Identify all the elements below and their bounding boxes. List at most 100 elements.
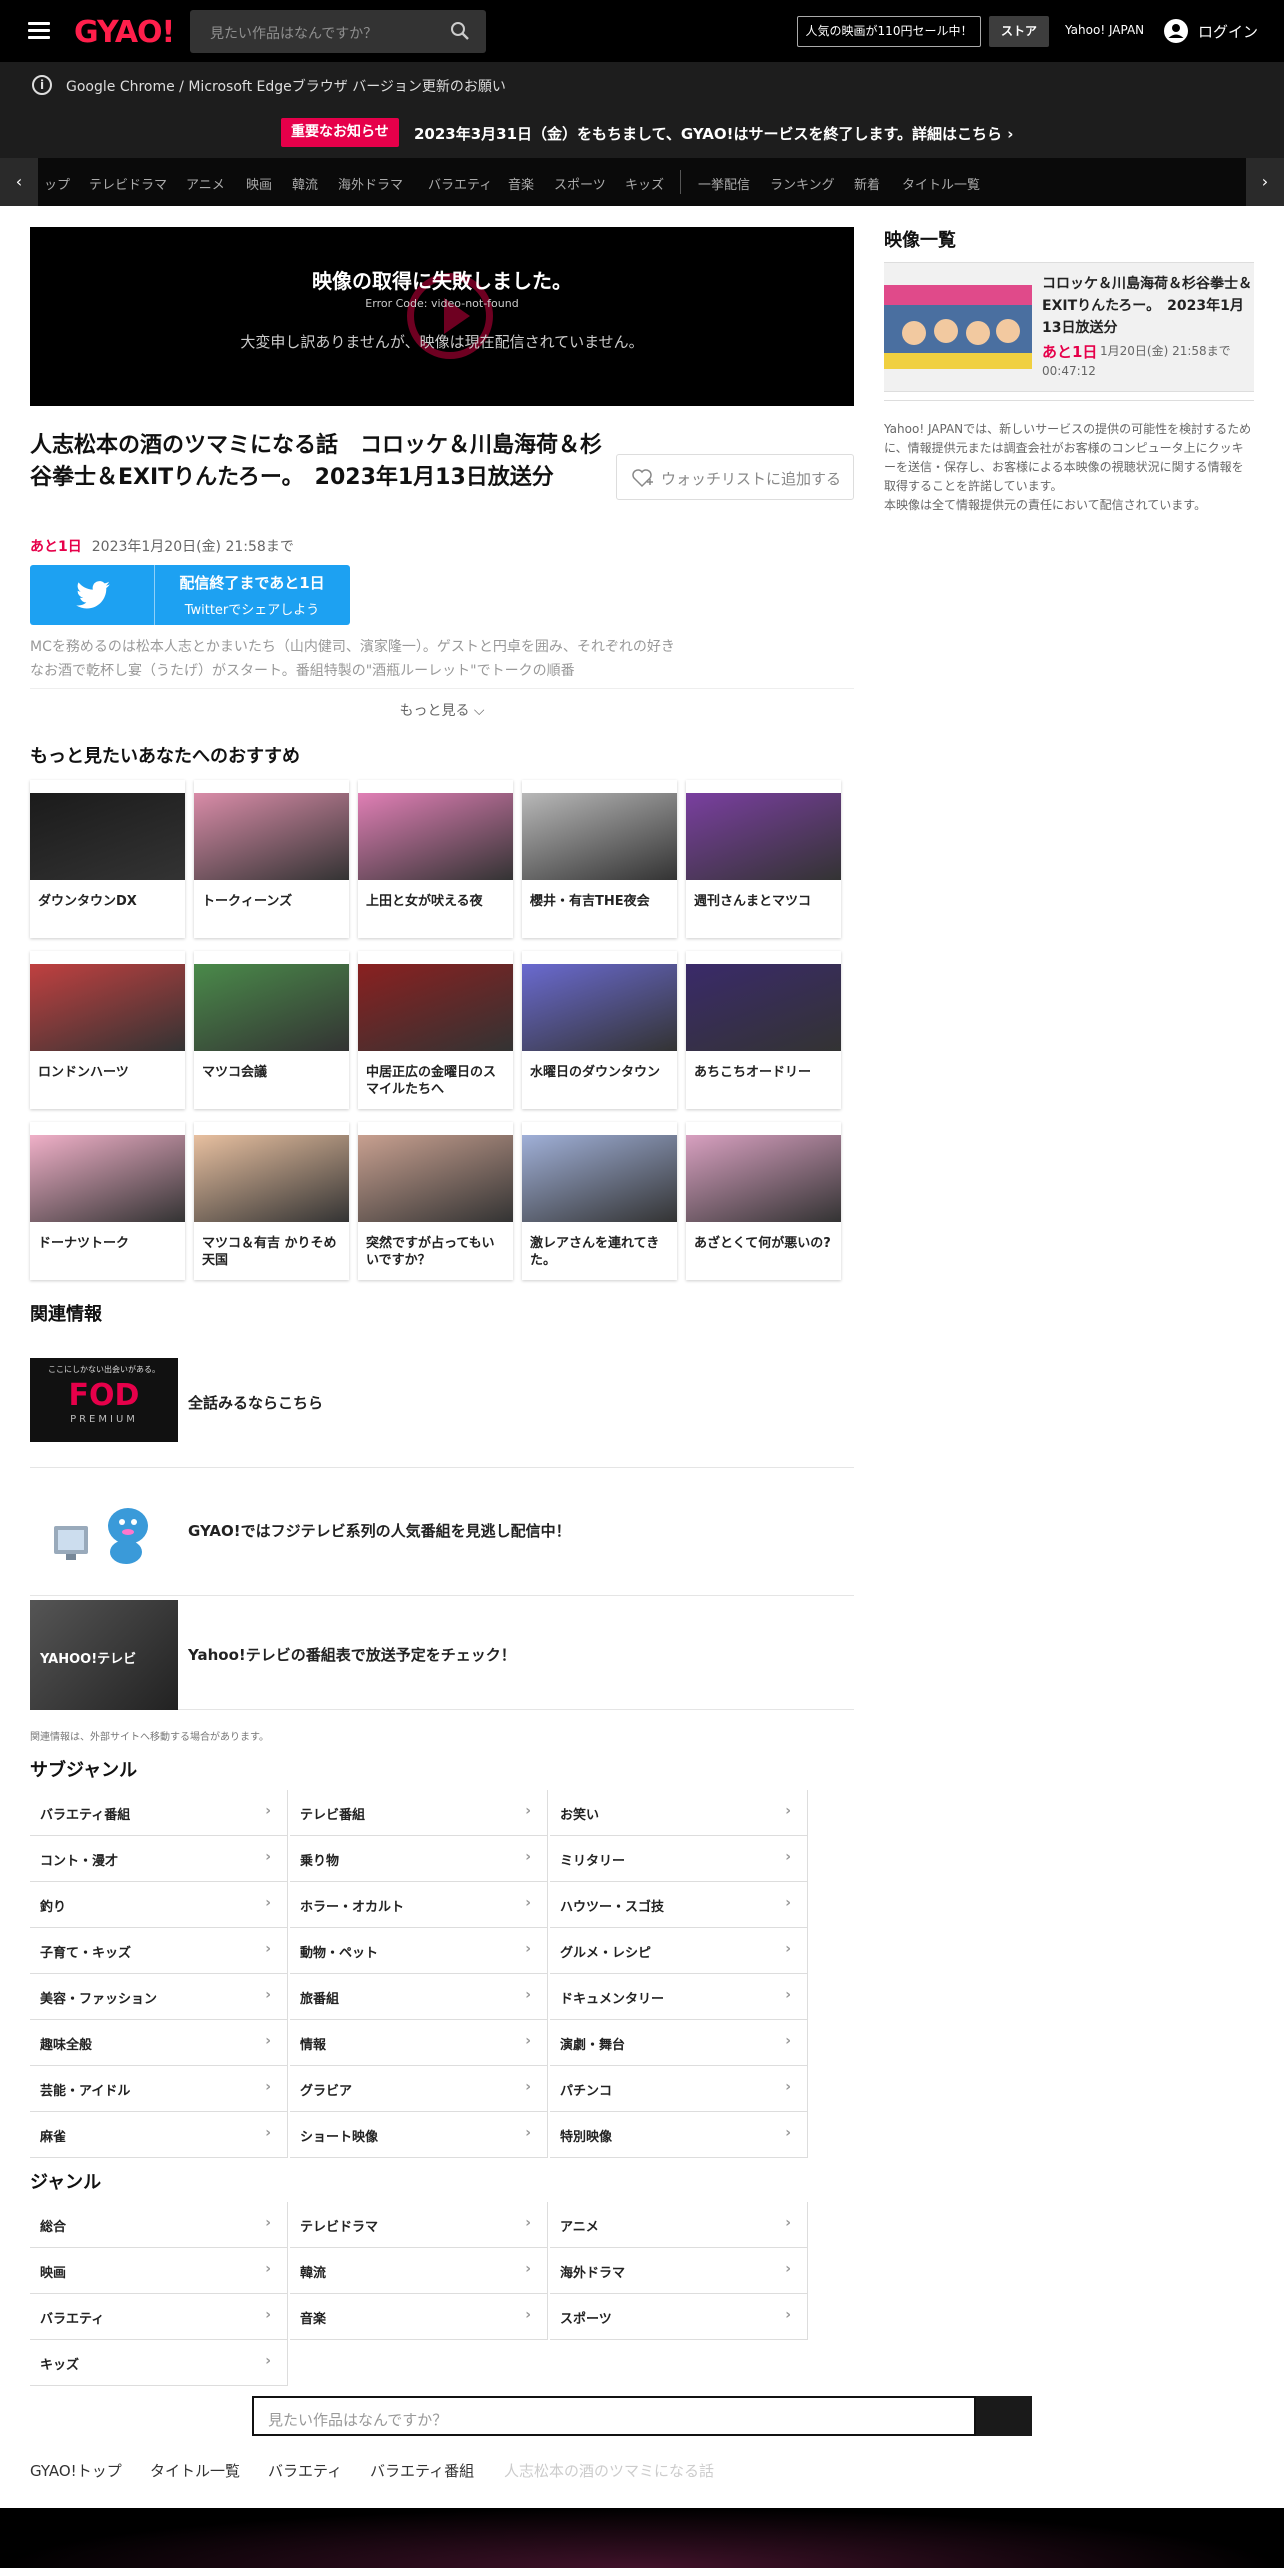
catnav-item[interactable]: 新着 bbox=[854, 174, 880, 193]
subgenre-item[interactable]: 演劇・舞台 › bbox=[550, 2020, 808, 2066]
subgenre-item[interactable]: ドキュメンタリー › bbox=[550, 1974, 808, 2020]
subgenre-item[interactable]: グルメ・レシピ › bbox=[550, 1928, 808, 1974]
more-button[interactable]: もっと見る ⌵ bbox=[0, 700, 884, 720]
catnav-item[interactable]: ランキング bbox=[770, 174, 835, 193]
recommend-card[interactable]: ドーナツトーク bbox=[30, 1122, 185, 1280]
recommend-card[interactable]: あちこちオードリー bbox=[686, 951, 841, 1109]
sidebar-video-title: コロッケ＆川島海荷＆杉谷拳士＆EXITりんたろー。 2023年1月13日放送分 bbox=[1042, 276, 1252, 336]
watchlist-button[interactable]: ウォッチリストに追加する bbox=[616, 454, 854, 500]
catnav-item[interactable]: キッズ bbox=[625, 174, 664, 193]
twitter-sub-text: Twitterでシェアしよう bbox=[184, 603, 320, 618]
breadcrumb-item[interactable]: GYAO!トップ bbox=[30, 2460, 122, 2481]
menu-icon[interactable] bbox=[28, 22, 50, 40]
subgenre-item[interactable]: 麻雀 › bbox=[30, 2112, 288, 2158]
catnav-item[interactable]: 海外ドラマ bbox=[338, 174, 403, 193]
recommend-card[interactable]: ロンドンハーツ bbox=[30, 951, 185, 1109]
genre-item[interactable]: 海外ドラマ › bbox=[550, 2248, 808, 2294]
catnav-item[interactable]: テレビドラマ bbox=[89, 174, 167, 193]
genre-item[interactable]: バラエティ › bbox=[30, 2294, 288, 2340]
chevron-left-icon[interactable]: ‹ bbox=[0, 158, 38, 206]
genre-item[interactable]: 韓流 › bbox=[290, 2248, 548, 2294]
genre-item[interactable]: スポーツ › bbox=[550, 2294, 808, 2340]
genre-item[interactable]: 総合 › bbox=[30, 2202, 288, 2248]
recommend-card[interactable]: マツコ会議 bbox=[194, 951, 349, 1109]
subgenre-item[interactable]: 情報 › bbox=[290, 2020, 548, 2066]
subgenre-item[interactable]: ホラー・オカルト › bbox=[290, 1882, 548, 1928]
related-item-yahoo-tv[interactable]: YAHOO!テレビ Yahoo!テレビの番組表で放送予定をチェック！ bbox=[30, 1600, 854, 1710]
catnav-item[interactable]: 音楽 bbox=[508, 174, 534, 193]
catnav-item[interactable]: 一挙配信 bbox=[698, 174, 750, 193]
important-notice[interactable]: 重要なお知らせ 2023年3月31日（金）をもちまして、GYAO!はサービスを終… bbox=[0, 108, 1284, 158]
subgenre-item[interactable]: テレビ番組 › bbox=[290, 1790, 548, 1836]
subgenre-label: お笑い bbox=[560, 1808, 600, 1823]
twitter-share-button[interactable]: 配信終了まであと1日 Twitterでシェアしよう bbox=[30, 565, 350, 625]
recommend-card[interactable]: 中居正広の金曜日のスマイルたちへ bbox=[358, 951, 513, 1109]
subgenre-label: ドキュメンタリー bbox=[560, 1992, 665, 2007]
subgenre-item[interactable]: ハウツー・スゴ技 › bbox=[550, 1882, 808, 1928]
catnav-item[interactable]: ップ bbox=[44, 174, 70, 193]
recommend-card[interactable]: 突然ですが占ってもいいですか？ bbox=[358, 1122, 513, 1280]
subgenre-item[interactable]: ショート映像 › bbox=[290, 2112, 548, 2158]
video-player[interactable]: 映像の取得に失敗しました。 Error Code: video-not-foun… bbox=[30, 227, 854, 406]
subgenre-item[interactable]: 子育て・キッズ › bbox=[30, 1928, 288, 1974]
subgenre-item[interactable]: 旅番組 › bbox=[290, 1974, 548, 2020]
genre-item[interactable]: 音楽 › bbox=[290, 2294, 548, 2340]
recommend-card[interactable]: トークィーンズ bbox=[194, 780, 349, 938]
subgenre-item[interactable]: 趣味全般 › bbox=[30, 2020, 288, 2066]
genre-item[interactable]: キッズ › bbox=[30, 2340, 288, 2386]
subgenre-item[interactable]: 乗り物 › bbox=[290, 1836, 548, 1882]
subgenre-item[interactable]: お笑い › bbox=[550, 1790, 808, 1836]
breadcrumb-item[interactable]: タイトル一覧 bbox=[150, 2460, 240, 2481]
related-item-fod[interactable]: ここにしかない出会いがある。 FOD PREMIUM 全話みるならこちら bbox=[30, 1358, 854, 1468]
search-input[interactable]: 見たい作品はなんですか？ bbox=[190, 10, 486, 53]
catnav-item[interactable]: 韓流 bbox=[292, 174, 318, 193]
subgenre-item[interactable]: 美容・ファッション › bbox=[30, 1974, 288, 2020]
related-item-fuji[interactable]: GYAO!ではフジテレビ系列の人気番組を見逃し配信中！ bbox=[30, 1486, 854, 1596]
genre-item[interactable]: アニメ › bbox=[550, 2202, 808, 2248]
related-text: GYAO!ではフジテレビ系列の人気番組を見逃し配信中！ bbox=[188, 1522, 571, 1540]
recommend-card[interactable]: 週刊さんまとマツコ bbox=[686, 780, 841, 938]
store-button[interactable]: ストア bbox=[989, 16, 1049, 47]
sale-link[interactable]: 人気の映画が110円セール中！ bbox=[797, 16, 981, 47]
genre-item[interactable]: 映画 › bbox=[30, 2248, 288, 2294]
breadcrumb-item[interactable]: バラエティ bbox=[268, 2460, 342, 2481]
recommend-card[interactable]: 櫻井・有吉THE夜会 bbox=[522, 780, 677, 938]
subgenre-item[interactable]: 動物・ペット › bbox=[290, 1928, 548, 1974]
catnav-item[interactable]: タイトル一覧 bbox=[902, 174, 980, 193]
browser-update-notice[interactable]: i Google Chrome / Microsoft Edgeブラウザ バージ… bbox=[0, 62, 1284, 108]
search-icon[interactable] bbox=[450, 21, 470, 41]
genre-label: アニメ bbox=[560, 2220, 599, 2235]
footer-search-input[interactable]: 見たい作品はなんですか？ bbox=[252, 2396, 976, 2436]
yahoo-japan-link[interactable]: Yahoo! JAPAN bbox=[1065, 23, 1144, 37]
recommend-card[interactable]: 激レアさんを連れてきた。 bbox=[522, 1122, 677, 1280]
catnav-item[interactable]: バラエティ bbox=[428, 174, 492, 193]
chevron-right-icon: › bbox=[785, 2125, 791, 2141]
recommend-card[interactable]: 水曜日のダウンタウン bbox=[522, 951, 677, 1109]
logo[interactable]: GYAO! bbox=[74, 15, 175, 50]
subgenre-item[interactable]: コント・漫才 › bbox=[30, 1836, 288, 1882]
recommend-card[interactable]: あざとくて何が悪いの? bbox=[686, 1122, 841, 1280]
genre-item[interactable]: テレビドラマ › bbox=[290, 2202, 548, 2248]
subgenre-item[interactable]: 芸能・アイドル › bbox=[30, 2066, 288, 2112]
sidebar-video-item[interactable]: コロッケ＆川島海荷＆杉谷拳士＆EXITりんたろー。 2023年1月13日放送分 … bbox=[884, 262, 1254, 392]
subgenre-item[interactable]: ミリタリー › bbox=[550, 1836, 808, 1882]
important-text: 2023年3月31日（金）をもちまして、GYAO!はサービスを終了します。詳細は… bbox=[414, 125, 1014, 143]
catnav-item[interactable]: スポーツ bbox=[554, 174, 606, 193]
catnav-item[interactable]: 映画 bbox=[246, 174, 272, 193]
subgenre-item[interactable]: グラビア › bbox=[290, 2066, 548, 2112]
breadcrumb-item[interactable]: バラエティ番組 bbox=[370, 2460, 474, 2481]
subgenre-item[interactable]: 釣り › bbox=[30, 1882, 288, 1928]
chevron-right-icon: › bbox=[525, 2261, 531, 2277]
video-thumbnail bbox=[884, 285, 1032, 369]
recommend-card[interactable]: 上田と女が吠える夜 bbox=[358, 780, 513, 938]
chevron-right-icon[interactable]: › bbox=[1246, 158, 1284, 206]
subgenre-item[interactable]: 特別映像 › bbox=[550, 2112, 808, 2158]
recommend-card[interactable]: ダウンタウンDX bbox=[30, 780, 185, 938]
footer-search-button[interactable] bbox=[976, 2396, 1032, 2436]
catnav-item[interactable]: アニメ bbox=[186, 174, 225, 193]
subgenre-item[interactable]: パチンコ › bbox=[550, 2066, 808, 2112]
breadcrumb-current: 人志松本の酒のツマミになる話 bbox=[504, 2462, 715, 2480]
recommend-card[interactable]: マツコ＆有吉 かりそめ天国 bbox=[194, 1122, 349, 1280]
chevron-right-icon: › bbox=[785, 1987, 791, 2003]
subgenre-item[interactable]: バラエティ番組 › bbox=[30, 1790, 288, 1836]
